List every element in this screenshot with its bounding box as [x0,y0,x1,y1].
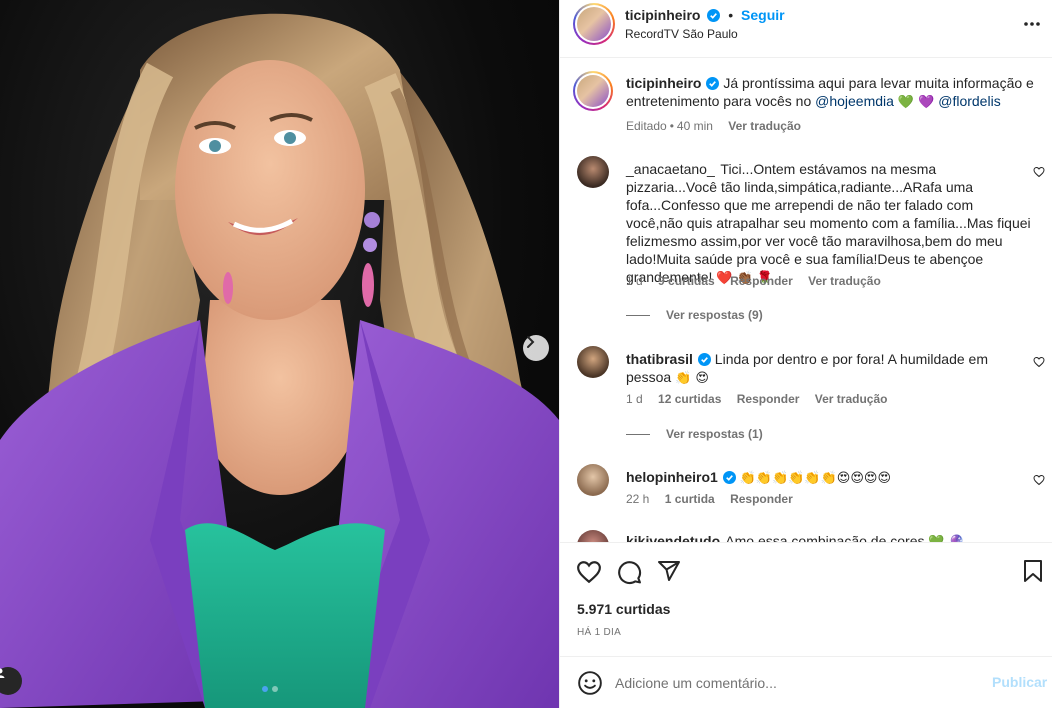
photo-illustration [0,13,559,708]
comment-emojis: 👏👏👏👏👏👏😍😍😍😍 [739,471,892,486]
comment-meta: 1 d 9 curtidas Responder Ver tradução [626,274,893,288]
post-header: ticipinheiro • Seguir RecordTV São Paulo [560,0,1052,58]
post-age[interactable]: HÁ 1 DIA [577,627,621,638]
verified-icon [706,77,720,90]
verified-icon [697,353,711,366]
post-caption: ticipinheiro Já prontíssima aqui para le… [626,74,1036,112]
comment-translate[interactable]: Ver tradução [815,392,888,406]
caption-separator: • [669,119,674,133]
comment-like-heart-icon[interactable] [1033,356,1045,368]
comment-reply-button[interactable]: Responder [730,492,793,506]
caption-emojis: 💚 💜 [897,95,935,110]
comment-username[interactable]: helopinheiro1 [626,469,718,485]
comment-like-heart-icon[interactable] [1033,166,1045,178]
comment-meta: 22 h 1 curtida Responder [626,492,805,506]
replies-divider [626,314,650,316]
caption-edited: Editado [626,119,667,133]
comment-time[interactable]: 1 d [626,392,643,406]
caption-username[interactable]: ticipinheiro [626,75,701,91]
comments-list[interactable]: ticipinheiro Já prontíssima aqui para le… [560,58,1052,542]
more-options-icon[interactable] [1022,14,1042,34]
comment-like-heart-icon[interactable] [1033,474,1045,486]
separator-dot: • [728,7,734,23]
share-icon[interactable] [657,559,681,583]
comment-username[interactable]: _anacaetano_ [626,161,715,177]
comment-time[interactable]: 22 h [626,492,649,506]
comment-body: Amo essa combinação de cores [725,533,925,542]
follow-button[interactable]: Seguir [741,7,785,23]
post-sidebar: ticipinheiro • Seguir RecordTV São Paulo… [559,0,1052,708]
view-replies-button[interactable]: Ver respostas (1) [626,427,763,441]
comment-emojis: 💚 🔮 [928,535,965,542]
post-actions: 5.971 curtidas HÁ 1 DIA [560,542,1052,672]
comment-emojis: 👏 😍 [675,371,709,386]
comment-text: helopinheiro1 👏👏👏👏👏👏😍😍😍😍 [626,468,1031,488]
carousel-dot-active [262,686,268,692]
comment-composer: Publicar [560,656,1052,708]
comment-reply-button[interactable]: Responder [737,392,800,406]
comment-likes[interactable]: 1 curtida [665,492,715,506]
comment-username[interactable]: kikivendetudo [626,533,720,542]
comment-likes[interactable]: 12 curtidas [658,392,721,406]
author-avatar[interactable] [577,7,611,41]
comment-avatar[interactable] [577,346,609,378]
chevron-right-icon [527,336,535,348]
caption-avatar[interactable] [577,75,609,107]
emoji-icon[interactable] [577,670,603,696]
comment-input[interactable] [615,670,975,696]
caption-avatar-ring[interactable] [573,71,613,111]
user-tag-icon [0,668,5,678]
comment-avatar[interactable] [577,530,609,542]
view-replies-button[interactable]: Ver respostas (9) [626,308,763,322]
bookmark-icon[interactable] [1022,559,1044,583]
comment-text: thatibrasil Linda por dentro e por fora!… [626,350,1031,388]
heart-icon[interactable] [576,559,602,585]
caption-meta: Editado • 40 min Ver tradução [626,119,813,133]
comment-text: _anacaetano_ Tici...Ontem estávamos na m… [626,160,1031,288]
comment-translate[interactable]: Ver tradução [808,274,881,288]
post-photo[interactable] [0,0,559,708]
comment-body: Tici...Ontem estávamos na mesma pizzaria… [626,161,1031,285]
caption-mention-flordelis[interactable]: @flordelis [938,93,1000,109]
publish-button[interactable]: Publicar [992,674,1047,690]
comment-avatar[interactable] [577,464,609,496]
carousel-dot [272,686,278,692]
next-slide-button[interactable] [523,335,549,361]
post-location[interactable]: RecordTV São Paulo [625,27,738,41]
comment-avatar[interactable] [577,156,609,188]
comment-time[interactable]: 1 d [626,274,643,288]
caption-mention-hojeemdia[interactable]: @hojeemdia [815,93,894,109]
caption-time[interactable]: 40 min [677,119,713,133]
view-replies-label[interactable]: Ver respostas (9) [666,308,763,322]
carousel-indicator [262,686,278,692]
caption-translate[interactable]: Ver tradução [728,119,801,133]
author-avatar-ring[interactable] [573,3,615,45]
verified-icon [707,9,721,22]
comment-reply-button[interactable]: Responder [730,274,793,288]
author-username[interactable]: ticipinheiro [625,7,700,23]
replies-divider [626,433,650,435]
comment-username[interactable]: thatibrasil [626,351,693,367]
likes-count[interactable]: 5.971 curtidas [577,601,670,617]
verified-icon [722,471,736,484]
view-replies-label[interactable]: Ver respostas (1) [666,427,763,441]
comment-icon[interactable] [617,559,642,585]
comment-meta: 1 d 12 curtidas Responder Ver tradução [626,392,899,406]
comment-text: kikivendetudo Amo essa combinação de cor… [626,532,1031,542]
comment-likes[interactable]: 9 curtidas [658,274,715,288]
